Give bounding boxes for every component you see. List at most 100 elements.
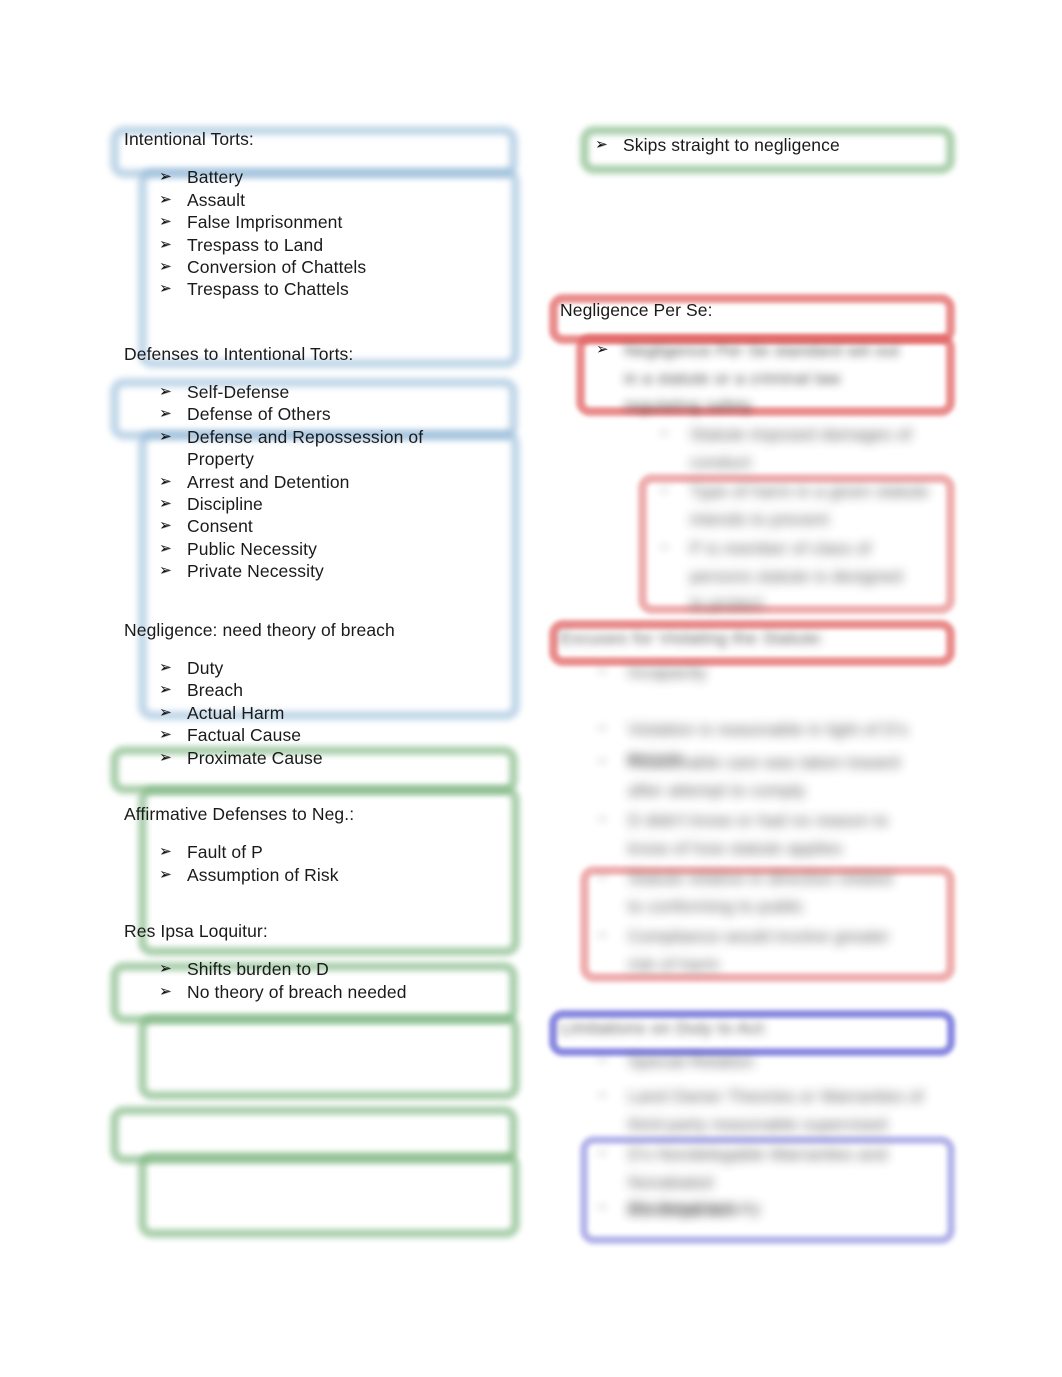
list-item: ➢ Shifts burden to D <box>124 958 524 980</box>
list-item: ➢ Conversion of Chattels <box>124 256 524 278</box>
list-item-label: Self-Defense <box>187 382 290 403</box>
list-item-label: Trespass to Chattels <box>187 279 349 300</box>
list-item: ➢ Duty <box>124 657 524 679</box>
blurred-text-red-list-one: Incapacity <box>628 663 707 682</box>
highlight-box-res-ipsa-heading <box>110 1106 518 1164</box>
arrow-bullet-icon: ➢ <box>159 843 172 861</box>
list-item-label: Consent <box>187 516 253 537</box>
list-negligence: ➢ Duty ➢ Breach ➢ Actual Harm ➢ Factual Caus… <box>124 657 524 769</box>
list-item: ➢ Self-Defense <box>124 381 524 403</box>
arrow-bullet-icon: ➢ <box>159 427 172 445</box>
list-item: ➢ Skips straight to negligence <box>560 134 960 156</box>
arrow-bullet-icon: – <box>660 481 669 498</box>
arrow-bullet-icon: – <box>660 424 669 441</box>
list-item: ➢ Proximate Cause <box>124 747 524 769</box>
arrow-bullet-icon: ➢ <box>595 136 608 153</box>
blurred-text-red-list-five: Statute relative in direction related to… <box>628 869 893 916</box>
blurred-text-red-sub-one: Statute imposed damages of conduct <box>690 425 912 472</box>
list-item: ➢ Actual Harm <box>124 702 524 724</box>
list-item-label: False Imprisonment <box>187 212 343 233</box>
list-defenses-to-intentional-torts: ➢ Self-Defense ➢ Defense of Others ➢ Defens… <box>124 381 524 583</box>
heading-negligence-per-se: Negligence Per Se: <box>560 300 713 320</box>
highlight-box-affirmative-defenses-list <box>138 1014 520 1100</box>
arrow-bullet-icon: ➢ <box>159 681 172 699</box>
blurred-text-red-list-four: D didn't know or had no reason to know o… <box>628 811 889 858</box>
arrow-bullet-icon: ➢ <box>159 703 172 721</box>
heading-intentional-torts: Intentional Torts: <box>124 129 254 149</box>
list-item: ➢ Battery <box>124 166 524 188</box>
arrow-bullet-icon: ➢ <box>159 405 172 423</box>
heading-defenses-to-intentional-torts: Defenses to Intentional Torts: <box>124 343 354 364</box>
list-affirmative-defenses: ➢ Fault of P ➢ Assumption of Risk <box>124 841 524 886</box>
list-item: ➢ Breach <box>124 679 524 701</box>
list-item: ➢ No theory of breach needed <box>124 981 524 1003</box>
arrow-bullet-icon: ➢ <box>596 341 609 358</box>
arrow-bullet-icon: ➢ <box>159 168 172 186</box>
blurred-text-red-list-six: Compliance would involve greater risk of… <box>628 927 890 974</box>
arrow-bullet-icon: – <box>598 926 607 943</box>
blurred-heading-indigo-section: Limitations on Duty to Act: <box>560 1018 768 1038</box>
blurred-text-red-sub-three: P is member of class of persons statute … <box>690 539 903 614</box>
blurred-text-negligence-per-se: Negligence Per Se standard set out in a … <box>624 341 900 416</box>
arrow-bullet-icon: ➢ <box>159 383 172 401</box>
list-item: ➢ Arrest and Detention <box>124 471 524 493</box>
page-canvas: Intentional Torts: ➢ Battery ➢ Assault ➢ Fa… <box>0 0 1062 1377</box>
blurred-text-indigo-list-one: Special Relation <box>628 1052 755 1071</box>
arrow-bullet-icon: ➢ <box>159 213 172 231</box>
arrow-bullet-icon: – <box>598 1051 607 1068</box>
blurred-text-red-sub-two: Type of harm in a given statute intends … <box>690 482 929 529</box>
arrow-bullet-icon: ➢ <box>159 472 172 490</box>
arrow-bullet-icon: ➢ <box>159 517 172 535</box>
arrow-bullet-icon: ➢ <box>159 280 172 298</box>
list-item-label: Shifts burden to D <box>187 959 329 980</box>
arrow-bullet-icon: – <box>598 868 607 885</box>
heading-res-ipsa-loquitur: Res Ipsa Loquitur: <box>124 921 268 942</box>
list-item-label: Assault <box>187 189 246 210</box>
arrow-bullet-icon: ➢ <box>159 495 172 513</box>
arrow-bullet-icon: ➢ <box>159 235 172 253</box>
list-item-label: Discipline <box>187 494 263 515</box>
arrow-bullet-icon: ➢ <box>159 960 172 978</box>
list-item-label: Defense and Repossession of Property <box>187 426 424 470</box>
heading-negligence: Negligence: need theory of breach <box>124 619 395 640</box>
list-item-label: Assumption of Risk <box>187 864 339 885</box>
list-item: ➢ Assumption of Risk <box>124 864 524 886</box>
arrow-bullet-icon: – <box>598 1144 607 1161</box>
list-item-label: Fault of P <box>187 842 263 863</box>
arrow-bullet-icon: ➢ <box>159 982 172 1000</box>
arrow-bullet-icon: – <box>598 810 607 827</box>
list-item-label: Actual Harm <box>187 702 285 723</box>
list-intentional-torts: ➢ Battery ➢ Assault ➢ False Imprisonment ➢ T… <box>124 166 524 300</box>
arrow-bullet-icon: – <box>598 662 607 679</box>
arrow-bullet-icon: ➢ <box>159 190 172 208</box>
list-item-label: No theory of breach needed <box>187 981 407 1002</box>
list-item: ➢ Discipline <box>124 493 524 515</box>
arrow-bullet-icon: ➢ <box>159 748 172 766</box>
list-item-label: Proximate Cause <box>187 747 323 768</box>
highlight-box-res-ipsa-list <box>138 1152 520 1238</box>
list-item: ➢ Defense of Others <box>124 403 524 425</box>
skips-note-label: Skips straight to negligence <box>623 135 840 155</box>
heading-affirmative-defenses: Affirmative Defenses to Neg.: <box>124 803 355 824</box>
list-item: ➢ Public Necessity <box>124 538 524 560</box>
list-item: ➢ False Imprisonment <box>124 211 524 233</box>
list-item: ➢ Trespass to Chattels <box>124 278 524 300</box>
arrow-bullet-icon: – <box>598 752 607 769</box>
list-item-label: Defense of Others <box>187 404 331 425</box>
list-item: ➢ Consent <box>124 515 524 537</box>
list-item-label: Private Necessity <box>187 561 324 582</box>
list-item-label: Battery <box>187 167 244 188</box>
list-item: ➢ Private Necessity <box>124 560 524 582</box>
arrow-bullet-icon: ➢ <box>159 539 172 557</box>
list-skips-note: ➢ Skips straight to negligence <box>560 134 960 156</box>
list-item-label: Conversion of Chattels <box>187 256 367 277</box>
arrow-bullet-icon: – <box>598 719 607 736</box>
blurred-text-red-list-three: Reasonable care was taken toward after a… <box>628 753 900 800</box>
list-item-label: Public Necessity <box>187 538 317 559</box>
list-item: ➢ Defense and Repossession of Property <box>124 426 487 471</box>
list-item-label: Duty <box>187 657 224 678</box>
arrow-bullet-icon: ➢ <box>159 658 172 676</box>
list-item-label: Arrest and Detention <box>187 471 350 492</box>
arrow-bullet-icon: ➢ <box>159 865 172 883</box>
list-item-label: Trespass to Land <box>187 234 324 255</box>
